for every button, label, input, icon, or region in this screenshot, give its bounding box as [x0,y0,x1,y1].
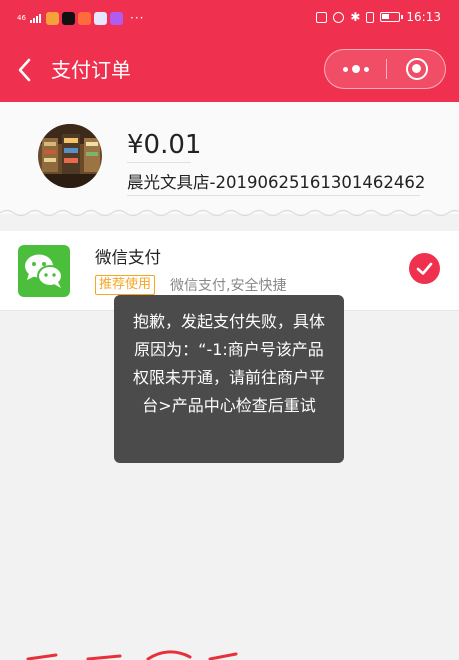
status-right: ✱ 16:13 [316,10,441,24]
order-amount: ¥0.01 [127,130,202,160]
status-bar: 46 ··· ✱ 16:13 [0,0,459,38]
battery-icon [380,12,404,22]
payment-method-description: 微信支付,安全快捷 [170,278,287,294]
alarm-icon [333,11,345,23]
capsule-divider [386,59,387,79]
card-wavy-edge [0,209,459,217]
app-notification-icon [46,11,59,25]
more-notifications-icon: ··· [130,11,145,25]
more-dots-icon[interactable] [325,50,386,88]
app-notification-icon [78,11,91,25]
page-title: 支付订单 [51,58,131,82]
tiktok-icon [62,11,75,25]
status-left: 46 ··· [17,11,144,25]
target-circle-icon[interactable] [406,58,428,80]
header: 46 ··· ✱ 16:13 支付订单 [0,0,459,102]
vibrate-icon [366,11,375,23]
recommend-tag: 推荐使用 [95,275,156,295]
amount-divider [127,162,191,163]
chevron-left-icon[interactable] [13,56,37,84]
app-notification-icon [110,11,123,25]
error-toast: 抱歉，发起支付失败，具体原因为：“-1:商户号该产品权限未开通，请前往商户平台>… [114,295,344,463]
mini-program-capsule [324,49,446,89]
shop-avatar [38,124,102,188]
wechat-pay-icon [18,245,70,297]
order-title: 晨光文具店-20190625161301462462 [127,173,426,192]
app-notification-icon [94,11,107,25]
status-time: 16:13 [406,10,441,24]
title-divider [127,195,420,196]
bluetooth-icon: ✱ [350,10,361,24]
signal-icon [30,13,41,23]
annotation-marks [26,650,238,660]
check-circle-icon[interactable] [409,253,440,284]
nfc-icon [316,11,328,23]
signal-label: 46 [17,13,26,22]
payment-method-name: 微信支付 [95,248,161,267]
